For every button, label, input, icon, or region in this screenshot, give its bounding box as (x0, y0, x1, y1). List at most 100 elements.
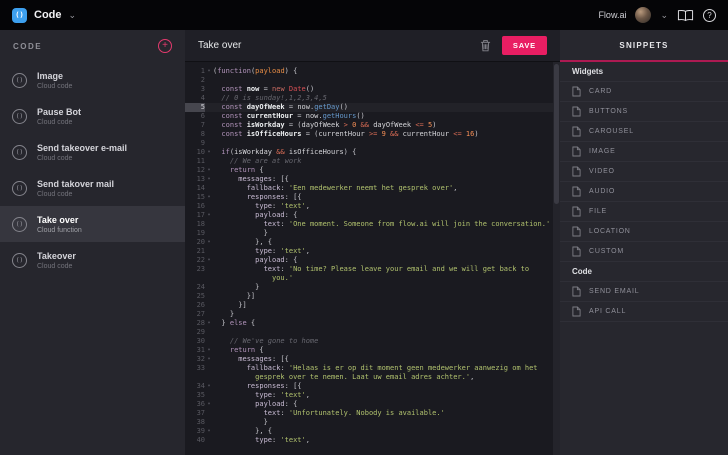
sidebar-item-image[interactable]: ()ImageCloud code (0, 62, 185, 98)
code-line[interactable]: 29 (185, 328, 553, 337)
cloud-code-icon: () (12, 253, 27, 268)
code-line[interactable]: 6const currentHour = now.getHours() (185, 112, 553, 121)
fold-marker-icon[interactable]: ▾ (205, 166, 213, 175)
line-number: 7 (185, 121, 205, 130)
code-line[interactable]: 21type: 'text', (185, 247, 553, 256)
docs-book-icon[interactable] (677, 9, 694, 22)
code-line[interactable]: 17▾payload: { (185, 211, 553, 220)
account-chevron-down-icon[interactable]: ⌄ (660, 11, 668, 20)
code-line[interactable]: 33fallback: 'Helaas is er op dit moment … (185, 364, 553, 382)
sidebar-item-subtitle: Cloud code (37, 119, 81, 126)
code-line[interactable]: 32▾messages: [{ (185, 355, 553, 364)
fold-marker-icon[interactable]: ▾ (205, 382, 213, 391)
code-line[interactable]: 28▾} else { (185, 319, 553, 328)
code-line[interactable]: 35type: 'text', (185, 391, 553, 400)
snippet-api-call[interactable]: API CALL (560, 302, 728, 322)
snippet-carousel[interactable]: CAROUSEL (560, 122, 728, 142)
project-switcher[interactable]: () Code ⌄ (12, 8, 76, 23)
code-line[interactable]: 19} (185, 229, 553, 238)
fold-marker-icon[interactable]: ▾ (205, 355, 213, 364)
chevron-down-icon[interactable]: ⌄ (69, 11, 77, 20)
code-line[interactable]: 36▾payload: { (185, 400, 553, 409)
line-number: 29 (185, 328, 205, 337)
code-line[interactable]: 31▾return { (185, 346, 553, 355)
avatar[interactable] (635, 7, 651, 23)
snippet-label: IMAGE (589, 148, 616, 155)
sidebar-item-list: ()ImageCloud code()Pause BotCloud code()… (0, 62, 185, 278)
snippet-custom[interactable]: CUSTOM (560, 242, 728, 262)
snippet-location[interactable]: LOCATION (560, 222, 728, 242)
code-line[interactable]: 8const isOfficeHours = (currentHour >= 9… (185, 130, 553, 139)
code-line[interactable]: 30// We've gone to home (185, 337, 553, 346)
code-editor[interactable]: 1▾(function(payload) {2 3const now = new… (185, 62, 553, 455)
code-line[interactable]: 18text: 'One moment. Someone from flow.a… (185, 220, 553, 229)
fold-marker-icon[interactable]: ▾ (205, 148, 213, 157)
line-number: 20 (185, 238, 205, 247)
code-line[interactable]: 27} (185, 310, 553, 319)
delete-trash-icon[interactable] (480, 39, 491, 52)
save-button[interactable]: SAVE (502, 36, 547, 55)
fold-gutter (205, 247, 213, 256)
snippet-file-icon (572, 286, 581, 297)
code-line[interactable]: 16type: 'text', (185, 202, 553, 211)
code-line[interactable]: 13▾messages: [{ (185, 175, 553, 184)
snippet-audio[interactable]: AUDIO (560, 182, 728, 202)
editor-actions: SAVE (480, 36, 547, 55)
fold-marker-icon[interactable]: ▾ (205, 193, 213, 202)
code-line[interactable]: 22▾payload: { (185, 256, 553, 265)
fold-marker-icon[interactable]: ▾ (205, 175, 213, 184)
editor-scrollbar[interactable] (553, 62, 560, 455)
code-text: payload: { (213, 211, 553, 220)
code-line[interactable]: 40type: 'text', (185, 436, 553, 445)
code-line[interactable]: 23text: 'No time? Please leave your emai… (185, 265, 553, 283)
sidebar-item-send-takover-mail[interactable]: ()Send takover mailCloud code (0, 170, 185, 206)
sidebar-item-take-over[interactable]: ()Take overCloud function (0, 206, 185, 242)
fold-marker-icon[interactable]: ▾ (205, 67, 213, 76)
code-line[interactable]: 4// 0 is sunday!,1,2,3,4,5 (185, 94, 553, 103)
sidebar-item-takeover[interactable]: ()TakeoverCloud code (0, 242, 185, 278)
code-line[interactable]: 10▾if(isWorkday && isOfficeHours) { (185, 148, 553, 157)
code-line[interactable]: 1▾(function(payload) { (185, 67, 553, 76)
code-line[interactable]: 5const dayOfWeek = now.getDay() (185, 103, 553, 112)
code-line[interactable]: 9 (185, 139, 553, 148)
fold-gutter (205, 301, 213, 310)
fold-marker-icon[interactable]: ▾ (205, 256, 213, 265)
scrollbar-thumb[interactable] (554, 64, 559, 204)
code-line[interactable]: 11// We are at work (185, 157, 553, 166)
fold-marker-icon[interactable]: ▾ (205, 238, 213, 247)
code-line[interactable]: 34▾responses: [{ (185, 382, 553, 391)
fold-marker-icon[interactable]: ▾ (205, 211, 213, 220)
fold-marker-icon[interactable]: ▾ (205, 346, 213, 355)
sidebar-item-send-takeover-e-mail[interactable]: ()Send takeover e-mailCloud code (0, 134, 185, 170)
snippet-video[interactable]: VIDEO (560, 162, 728, 182)
code-line[interactable]: 7const isWorkday = (dayOfWeek > 0 && day… (185, 121, 553, 130)
code-line[interactable]: 3const now = new Date() (185, 85, 553, 94)
snippet-buttons[interactable]: BUTTONS (560, 102, 728, 122)
fold-marker-icon[interactable]: ▾ (205, 319, 213, 328)
code-line[interactable]: 37text: 'Unfortunately. Nobody is availa… (185, 409, 553, 418)
code-line[interactable]: 15▾responses: [{ (185, 193, 553, 202)
line-number: 4 (185, 94, 205, 103)
code-line[interactable]: 20▾}, { (185, 238, 553, 247)
help-icon[interactable]: ? (703, 9, 716, 22)
snippet-card[interactable]: CARD (560, 82, 728, 102)
code-line[interactable]: 38} (185, 418, 553, 427)
snippet-file-icon (572, 206, 581, 217)
add-code-button[interactable]: + (158, 39, 172, 53)
snippet-file[interactable]: FILE (560, 202, 728, 222)
code-line[interactable]: 26}] (185, 301, 553, 310)
snippet-image[interactable]: IMAGE (560, 142, 728, 162)
sidebar-item-title: Image (37, 71, 72, 81)
code-line[interactable]: 25}] (185, 292, 553, 301)
snippet-file-icon (572, 106, 581, 117)
code-line[interactable]: 24} (185, 283, 553, 292)
code-line[interactable]: 39▾}, { (185, 427, 553, 436)
code-line[interactable]: 14fallback: 'Een medewerker neemt het ge… (185, 184, 553, 193)
fold-marker-icon[interactable]: ▾ (205, 400, 213, 409)
fold-marker-icon[interactable]: ▾ (205, 427, 213, 436)
code-line[interactable]: 2 (185, 76, 553, 85)
snippet-send-email[interactable]: SEND EMAIL (560, 282, 728, 302)
sidebar-item-pause-bot[interactable]: ()Pause BotCloud code (0, 98, 185, 134)
code-line[interactable]: 12▾return { (185, 166, 553, 175)
sidebar-item-subtitle: Cloud code (37, 83, 72, 90)
